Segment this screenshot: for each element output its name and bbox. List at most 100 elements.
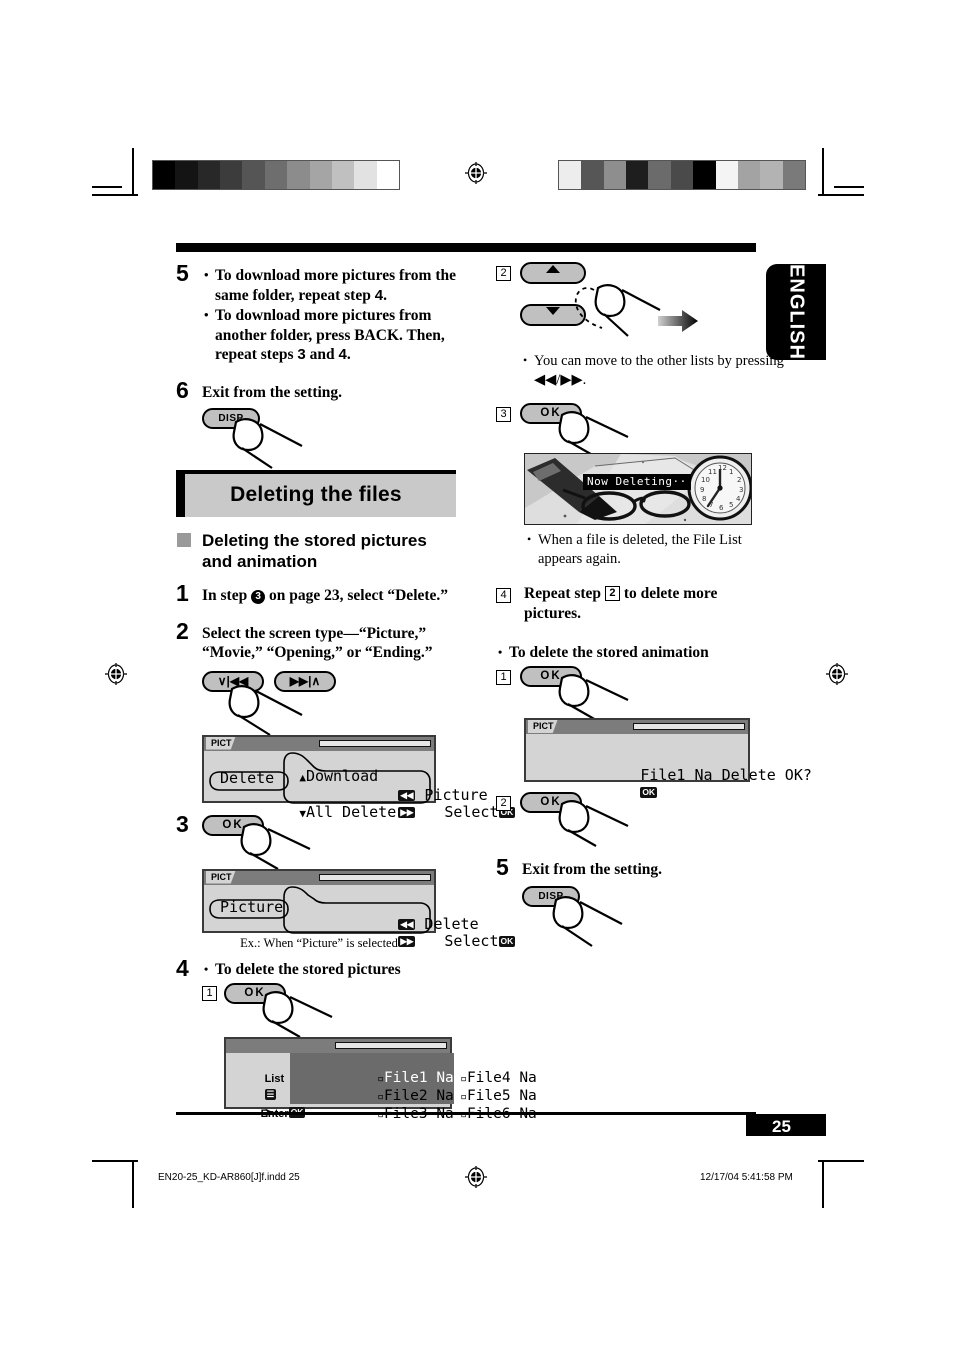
step-5: 5 To download more pictures from the sam…	[176, 262, 456, 365]
step-6-number: 6	[176, 376, 189, 403]
lcd-title-bar: PICT	[526, 720, 748, 734]
footer-timestamp: 12/17/04 5:41:58 PM	[700, 1172, 793, 1183]
left-column: 5 To download more pictures from the sam…	[176, 240, 537, 1122]
color-swatch	[153, 161, 176, 189]
right-step-5-text: Exit from the setting.	[522, 861, 663, 878]
step-4-bullet-text: To delete the stored pictures	[202, 960, 456, 979]
right-step-5: 5 Exit from the setting.	[496, 856, 776, 880]
right-step-4: 4 Repeat step 2 to delete more pictures.	[496, 584, 776, 624]
step-1: 1 In step 3 on page 23, select “Delete.”	[176, 582, 456, 606]
step-4: 4 To delete the stored pictures 1 OK	[176, 956, 456, 1038]
disp-button[interactable]: DISP	[202, 408, 260, 429]
step-2-text: Select the screen type—“Picture,” “Movie…	[202, 624, 433, 662]
step-4-bullet: To delete the stored pictures	[202, 960, 456, 979]
crop-mark-top-left-h2	[92, 186, 122, 188]
right-step-4-ref: 2	[604, 586, 620, 601]
next-button[interactable]: ▶▶|∧	[274, 670, 336, 692]
svg-text:11: 11	[708, 468, 717, 476]
color-swatch-bar-left	[152, 160, 400, 190]
down-button[interactable]	[520, 304, 586, 326]
step-1-circled-ref: 3	[251, 590, 266, 604]
color-swatch	[715, 161, 738, 189]
step-1-text: In step 3 on page 23, select “Delete.”	[202, 586, 456, 606]
crop-mark-bottom-left-v	[132, 1160, 134, 1208]
step-6: 6 Exit from the setting.	[176, 378, 456, 403]
anim-step-1: 1 OK	[496, 666, 776, 721]
lcd-progress-bar	[319, 873, 431, 881]
svg-text:6: 6	[719, 504, 724, 512]
lcd-selected-display: PICT Picture ◀◀ Delete ▶▶ Select OK	[202, 868, 516, 949]
crop-mark-top-right-v	[822, 148, 824, 196]
right-photo-note: When a file is deleted, the File List ap…	[524, 530, 786, 568]
color-swatch	[693, 161, 716, 189]
right-step-2-note: You can move to the other lists by press…	[520, 351, 786, 389]
color-swatch	[220, 161, 243, 189]
color-swatch	[309, 161, 332, 189]
crop-mark-top-right-h	[818, 194, 864, 196]
ok-button[interactable]: OK	[202, 814, 264, 836]
svg-text:5: 5	[729, 501, 733, 509]
crop-mark-bottom-left-h	[92, 1160, 138, 1162]
step-4-number: 4	[176, 954, 189, 981]
substep-a2-number: 2	[496, 796, 511, 811]
subsection-heading: Deleting the stored pictures and animati…	[176, 530, 456, 572]
svg-text:3: 3	[739, 486, 743, 494]
color-swatch	[670, 161, 694, 189]
photo-overlay-status: Now Deleting··	[583, 474, 691, 490]
color-swatch	[782, 161, 805, 189]
up-button[interactable]	[520, 262, 586, 284]
ref-step-3: 3	[297, 346, 306, 363]
color-swatch	[175, 161, 198, 189]
lcd-selected-left: Picture	[220, 897, 284, 916]
svg-text:1: 1	[729, 468, 733, 476]
substep-1-number: 1	[202, 985, 217, 1001]
section-banner: Deleting the files	[176, 470, 456, 517]
ref-step-4b: 4	[338, 346, 347, 363]
disp-button[interactable]: DISP	[522, 885, 580, 907]
svg-text:8: 8	[702, 495, 706, 503]
registration-mark-bottom	[465, 1166, 487, 1188]
lcd-progress-bar	[633, 723, 745, 730]
lcd-progress-bar	[319, 739, 431, 747]
footer-rule	[176, 1112, 756, 1115]
svg-text:10: 10	[701, 476, 710, 484]
right-column: 2 • You can move to the other lists by p…	[496, 240, 812, 947]
ok-button[interactable]: OK	[520, 403, 582, 424]
substep-3-number: 3	[496, 407, 511, 422]
lcd-selected-right: Select OK	[444, 931, 516, 950]
color-swatch	[737, 161, 761, 189]
registration-mark-top	[465, 162, 487, 184]
registration-mark-left	[105, 663, 127, 685]
right-step-4-text-before: Repeat step	[524, 585, 605, 602]
color-swatch	[760, 161, 783, 189]
step-6-text: Exit from the setting.	[202, 383, 343, 401]
step-3-number: 3	[176, 810, 189, 837]
lcd-selected-body: Picture ◀◀ Delete ▶▶ Select OK	[204, 885, 516, 949]
substep-2-number: 2	[496, 266, 511, 281]
anim-step-2: 2 OK	[496, 792, 776, 848]
color-swatch	[626, 161, 649, 189]
step-5-bullet-1: To download more pictures from the same …	[202, 265, 456, 305]
lcd-pict-tag: PICT	[528, 720, 558, 733]
crop-mark-bottom-right-v	[822, 1160, 824, 1208]
color-swatch	[376, 161, 399, 189]
step-2-number: 2	[176, 617, 189, 644]
footer-file-name: EN20-25_KD-AR860[J]f.indd 25	[158, 1172, 300, 1183]
lcd-file-list-body: List ☰ ➤ ▫File1 Na ▫File2 Na ▫File3 Na ▫…	[226, 1052, 537, 1122]
page-number: 25	[772, 1117, 791, 1136]
ok-button[interactable]: OK	[520, 792, 582, 813]
lcd-title-bar	[226, 1038, 450, 1053]
step-3: 3 OK	[176, 812, 456, 870]
crop-mark-top-left-h	[92, 194, 138, 196]
down-triangle-icon	[546, 307, 560, 315]
substep-a1-number: 1	[496, 670, 511, 685]
ok-button[interactable]: OK	[224, 982, 286, 1004]
color-swatch	[264, 161, 288, 189]
color-swatch	[197, 161, 221, 189]
color-swatch	[648, 161, 671, 189]
language-tab-label: ENGLISH	[785, 264, 808, 360]
ok-button[interactable]: OK	[520, 666, 582, 687]
registration-mark-right	[826, 663, 848, 685]
prev-button[interactable]: ∨|◀◀	[202, 670, 264, 692]
color-swatch	[354, 161, 377, 189]
